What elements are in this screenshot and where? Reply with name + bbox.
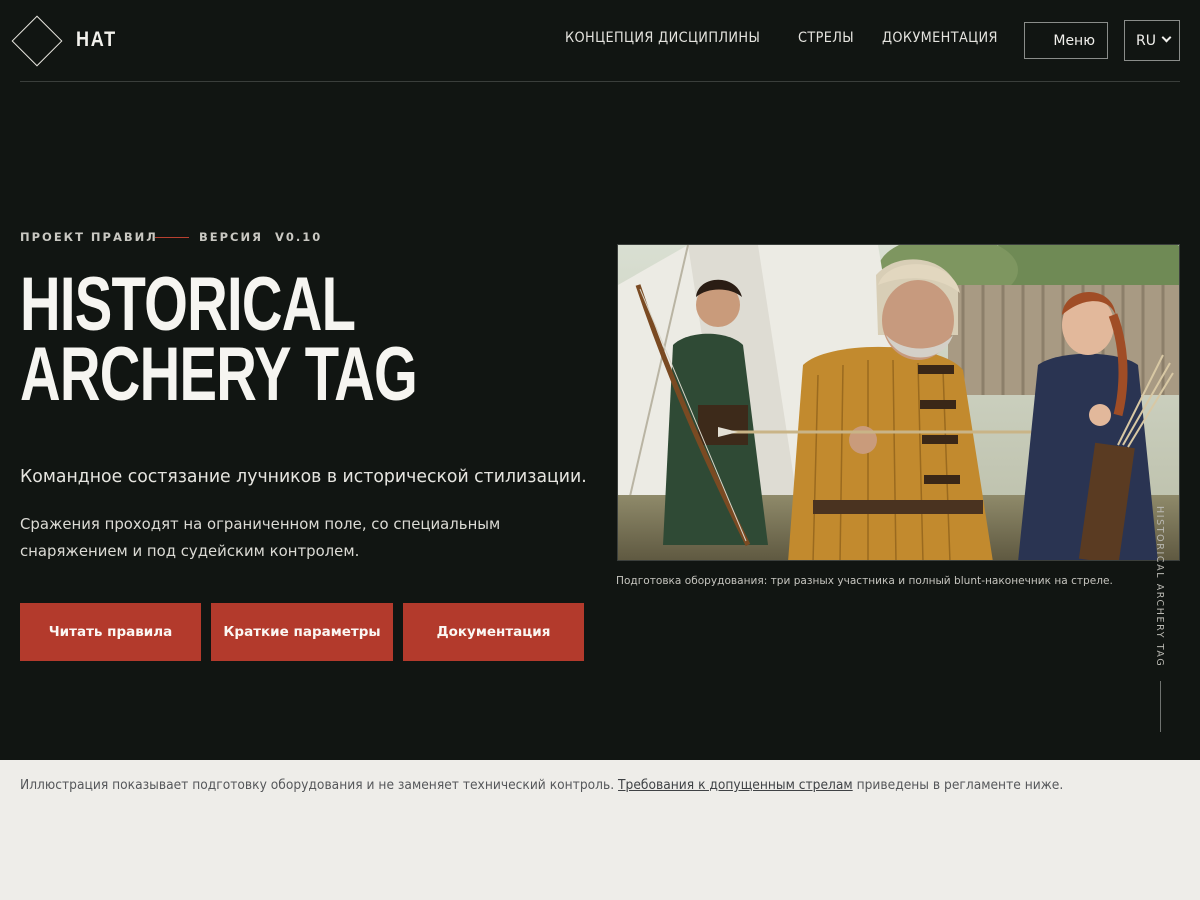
- archers-illustration: [618, 245, 1179, 560]
- documentation-button[interactable]: Документация: [403, 603, 584, 661]
- logo-text[interactable]: HAT: [76, 28, 117, 52]
- side-vertical-label-text: HISTORICAL ARCHERY TAG: [1154, 506, 1165, 668]
- photo-caption: Подготовка оборудования: три разных учас…: [616, 574, 1113, 587]
- eyebrow-project-label: ПРОЕКТ ПРАВИЛ: [20, 230, 158, 244]
- nav-link-arrows[interactable]: СТРЕЛЫ: [798, 30, 854, 46]
- eyebrow-divider: [155, 237, 189, 238]
- arrow-requirements-link[interactable]: Требования к допущенным стрелам: [618, 778, 853, 793]
- eyebrow-version-label: ВЕРСИЯ V0.10: [199, 230, 323, 244]
- illustration-note: Иллюстрация показывает подготовку оборуд…: [20, 778, 1063, 793]
- logo-diamond-icon[interactable]: [11, 15, 63, 67]
- hero-lead: Командное состязание лучников в историче…: [20, 466, 587, 487]
- brief-params-button-label: Краткие параметры: [223, 624, 381, 640]
- site-header: HAT КОНЦЕПЦИЯ ДИСЦИПЛИНЫ СТРЕЛЫ ДОКУМЕНТ…: [0, 0, 1200, 82]
- hero-description: Сражения проходят на ограниченном поле, …: [20, 515, 501, 560]
- documentation-button-label: Документация: [436, 624, 551, 640]
- page-title: HISTORICAL ARCHERY TAG: [20, 262, 418, 417]
- nav-link-concept[interactable]: КОНЦЕПЦИЯ ДИСЦИПЛИНЫ: [565, 30, 760, 46]
- brief-params-button[interactable]: Краткие параметры: [211, 603, 393, 661]
- hero-photo: [617, 244, 1180, 561]
- page-title-line-1: HISTORICAL: [20, 262, 356, 347]
- nav-link-documentation[interactable]: ДОКУМЕНТАЦИЯ: [882, 30, 998, 46]
- side-vertical-label: HISTORICAL ARCHERY TAG: [1154, 506, 1168, 676]
- note-text-after: приведены в регламенте ниже.: [852, 778, 1064, 793]
- chevron-down-icon: [1161, 32, 1172, 43]
- side-vertical-line: [1160, 681, 1161, 732]
- menu-button[interactable]: Меню: [1024, 22, 1108, 59]
- language-select-value: RU: [1136, 32, 1156, 49]
- read-rules-button-label: Читать правила: [48, 624, 173, 640]
- note-text-before: Иллюстрация показывает подготовку оборуд…: [20, 778, 619, 793]
- header-divider: [20, 81, 1180, 82]
- read-rules-button[interactable]: Читать правила: [20, 603, 201, 661]
- illustration-note-band: Иллюстрация показывает подготовку оборуд…: [0, 760, 1200, 900]
- page-title-line-2: ARCHERY TAG: [20, 332, 418, 417]
- menu-button-label: Меню: [1053, 32, 1095, 49]
- language-select[interactable]: RU: [1124, 20, 1180, 61]
